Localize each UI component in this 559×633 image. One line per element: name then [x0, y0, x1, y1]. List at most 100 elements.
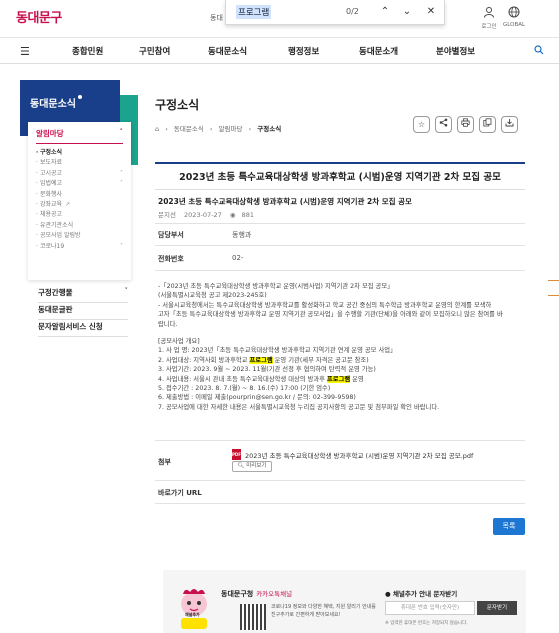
printer-icon — [461, 118, 470, 127]
breadcrumb-separator: › — [165, 125, 168, 133]
sidebar-sub-item[interactable]: 입법예고 ˅ — [36, 179, 123, 190]
sidebar-sub-item-label: 유관기관소식 — [40, 221, 74, 229]
preview-button[interactable]: 🔍︎ 미리보기 — [232, 461, 272, 472]
sidebar-sub-item[interactable]: 채용공고 — [36, 210, 123, 221]
phone-number-input[interactable]: 휴대폰 번호 입력(숫자만) — [385, 601, 475, 615]
close-icon: ✕ — [426, 6, 436, 17]
sidebar-item-publications[interactable]: 구정간행물 ˅ — [38, 287, 128, 303]
search-icon[interactable] — [534, 45, 544, 58]
mascot-image — [181, 589, 207, 629]
sms-title: ● 채널추가 안내 문자받기 — [385, 588, 457, 598]
breadcrumb-item[interactable]: 알림마당 — [219, 125, 243, 133]
nav-item-field-info[interactable]: 분야별정보 — [436, 45, 475, 57]
sidebar-sub-item-label: 고시공고 — [40, 169, 63, 177]
chevron-down-icon: ˅ — [120, 242, 123, 250]
find-close-button[interactable]: ✕ — [422, 3, 440, 21]
post-date: 2023-07-27 — [184, 211, 222, 219]
sidebar-sub-item-label: 공모사업 알림방 — [40, 232, 81, 240]
list-button[interactable]: 목록 — [493, 518, 525, 535]
sidebar-item-label: 동대문글판 — [38, 305, 73, 314]
nav-item-about[interactable]: 동대문소개 — [359, 45, 398, 57]
nav-item-news[interactable]: 동대문소식 — [208, 45, 247, 57]
sidebar-item-label: 구정간행물 — [38, 288, 73, 297]
breadcrumb-item[interactable]: 동대문소식 — [174, 125, 204, 133]
favorite-button[interactable]: ☆ — [413, 116, 430, 133]
chat-icon: ● — [385, 590, 391, 598]
post-body-line: 고자「초등 특수교육대상학생 방과후학교 운영 지역기관 공모사업」을 수행할 … — [158, 310, 523, 319]
sidebar-sub-item[interactable]: 문화행사 — [36, 190, 123, 201]
search-highlight: 프로그램 — [249, 356, 273, 364]
sidebar-item-board[interactable]: 동대문글판 — [38, 304, 128, 320]
login-button[interactable]: 로그인 — [478, 6, 500, 30]
text-fragment: 7. 공모사업에 대한 자세한 내용은 서울특별시교육청 누리집 공지사항의 공… — [158, 403, 440, 411]
external-link-icon: ↗ — [65, 201, 71, 209]
copy-link-button[interactable] — [479, 116, 496, 133]
sidebar-item-label: 문자알림서비스 신청 — [38, 322, 103, 331]
text-fragment: 운영 기관(세부 자격은 공고문 참조) — [272, 356, 369, 364]
text-fragment: 운영 — [350, 375, 364, 383]
globe-icon — [503, 6, 525, 21]
nav-item-admin-info[interactable]: 행정정보 — [288, 45, 319, 57]
hamburger-menu-icon[interactable]: ☰ — [20, 45, 30, 58]
post-body-line: - 서울시교육청에서는 특수교육대상학생 방과후학교를 활성화하고 학교 공간 … — [158, 301, 523, 310]
preview-label: 미리보기 — [246, 463, 267, 469]
user-icon — [478, 6, 500, 21]
text-fragment: 1. 사 업 명: 2023년「초등 특수교육대상학생 방과후학교 지역기관 연… — [158, 347, 397, 355]
nav-item-participation[interactable]: 구민참여 — [139, 45, 170, 57]
search-icon: 🔍︎ — [237, 463, 245, 469]
sidebar-sub-item-label: 문화행사 — [40, 190, 63, 198]
receive-sms-button[interactable]: 문자받기 — [477, 601, 517, 615]
sidebar-sub-item[interactable]: 강좌교육↗ — [36, 200, 123, 211]
divider — [155, 503, 525, 504]
search-highlight: 프로그램 — [326, 375, 351, 383]
post-body-line: [공모사업 개요] — [158, 337, 523, 346]
sidebar-submenu: 알림마당 ˄ 구정소식보도자료고시공고 ˅ 입법예고 ˅ 문화행사강좌교육↗채용공고유관… — [28, 122, 131, 280]
sidebar-sub-item[interactable]: 공모사업 알림방 — [36, 231, 123, 242]
text-fragment: 2. 사업대상: 지역사회 방과후학교 — [158, 356, 250, 364]
phone-value: 02- — [232, 254, 244, 262]
breadcrumb-item[interactable]: 구정소식 — [257, 125, 281, 133]
find-next-button[interactable]: ⌄ — [398, 3, 416, 21]
print-button[interactable] — [457, 116, 474, 133]
chevron-down-icon: ⌄ — [402, 6, 412, 17]
text-fragment: 랍니다. — [158, 320, 178, 328]
sidebar-sub-item[interactable]: 유관기관소식 — [36, 221, 123, 232]
download-button[interactable] — [501, 116, 518, 133]
post-body-line: 2. 사업대상: 지역사회 방과후학교 프로그램 운영 기관(세부 자격은 공고… — [158, 356, 523, 365]
sidebar-sub-item-label: 보도자료 — [40, 159, 63, 167]
sidebar-sub-item[interactable]: 구정소식 — [36, 148, 123, 159]
sidebar-sub-item-label: 구정소식 — [40, 149, 63, 156]
global-label: GLOBAL — [503, 22, 526, 28]
chevron-down-icon: ˅ — [120, 169, 123, 177]
text-fragment: -「2023년 초등 특수교육대상학생 방과후학교 운영(시범사업) 지역기관 … — [158, 283, 394, 290]
post-body-line: 랍니다. — [158, 320, 523, 329]
divider — [155, 440, 525, 441]
scrollbar-marker — [548, 280, 559, 281]
post-author: 문지선 — [158, 211, 176, 219]
post-body-line: (서울특별시교육청 공고 제2023-245호) — [158, 291, 523, 300]
breadcrumb: ⌂ › 동대문소식 › 알림마당 › 구정소식 — [155, 123, 285, 133]
link-icon — [483, 118, 492, 127]
sidebar-section-label: 알림마당 — [36, 129, 64, 138]
post-subtitle: 2023년 초등 특수교육대상학생 방과후학교 (시범)운영 지역기관 2차 모… — [158, 197, 412, 206]
chevron-up-icon: ˄ — [119, 128, 124, 136]
site-logo[interactable]: 동대문구 — [16, 7, 62, 26]
share-button[interactable] — [435, 116, 452, 133]
sidebar-sub-item-label: 입법예고 — [40, 180, 63, 188]
find-previous-button[interactable]: ⌃ — [376, 3, 394, 21]
nav-item-civil-service[interactable]: 종합민원 — [72, 45, 103, 57]
text-fragment: [공모사업 개요] — [158, 338, 200, 346]
home-icon[interactable]: ⌂ — [155, 125, 159, 133]
global-button[interactable]: GLOBAL — [503, 6, 525, 28]
sidebar-section-notice[interactable]: 알림마당 ˄ — [36, 128, 123, 144]
sidebar-item-sms-service[interactable]: 문자알림서비스 신청 — [38, 321, 128, 337]
sidebar-sub-item[interactable]: 보도자료 — [36, 158, 123, 169]
sidebar-sub-item[interactable]: 고시공고 ˅ — [36, 169, 123, 180]
post-body-line: 5. 접수기간 : 2023. 8. 7.(월) ~ 8. 16.(수) 17:… — [158, 384, 523, 393]
banner-brand-sub: 카카오톡채널 — [256, 590, 293, 598]
attachment-link[interactable]: 2023년 초등 특수교육대상학생 방과후학교 (시범)운영 지역기관 2차 모… — [245, 450, 473, 460]
find-input[interactable]: 프로그램 — [236, 5, 272, 19]
attachment-label: 첨부 — [158, 458, 171, 466]
sidebar-sub-item[interactable]: 코로나19 ˅ — [36, 242, 123, 253]
